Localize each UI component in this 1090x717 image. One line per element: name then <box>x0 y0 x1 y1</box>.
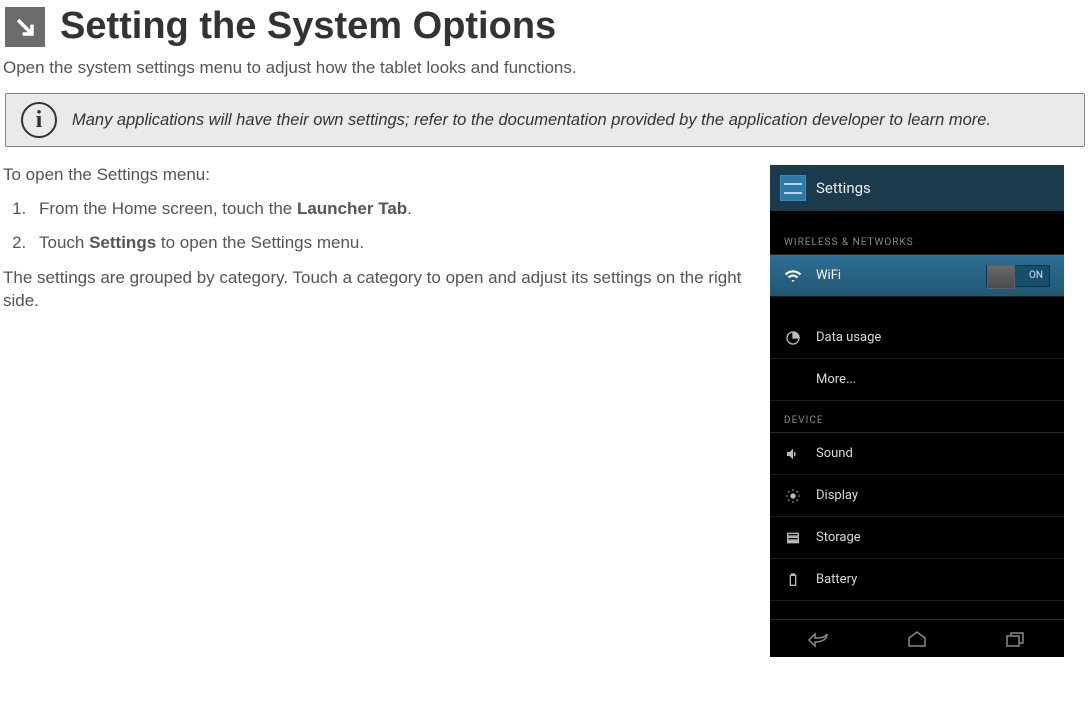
step-2-bold: Settings <box>89 233 156 252</box>
step-1-bold: Launcher Tab <box>297 199 407 218</box>
wifi-toggle[interactable]: ON <box>986 265 1050 287</box>
sound-label: Sound <box>816 446 853 461</box>
spacer <box>770 297 1064 317</box>
display-label: Display <box>816 488 858 503</box>
step-2-pre: Touch <box>39 233 89 252</box>
page-title: Setting the System Options <box>60 5 556 48</box>
sound-icon <box>784 445 802 463</box>
post-steps-text: The settings are grouped by category. To… <box>3 267 770 313</box>
data-usage-icon <box>784 329 802 347</box>
setting-row-battery[interactable]: Battery <box>770 559 1064 601</box>
step-1-post: . <box>407 199 412 218</box>
setting-row-data-usage[interactable]: Data usage <box>770 317 1064 359</box>
setting-row-wifi[interactable]: WiFi ON <box>770 255 1064 297</box>
section-wireless-networks: WIRELESS & NETWORKS <box>770 211 1064 255</box>
section-device: DEVICE <box>770 401 1064 433</box>
settings-app-title: Settings <box>816 179 871 197</box>
info-icon: i <box>21 102 57 138</box>
intro-text: Open the system settings menu to adjust … <box>0 48 1090 88</box>
home-icon[interactable] <box>905 629 929 649</box>
info-callout: i Many applications will have their own … <box>5 93 1085 147</box>
data-usage-label: Data usage <box>816 330 881 345</box>
wifi-icon <box>784 267 802 285</box>
setting-row-display[interactable]: Display <box>770 475 1064 517</box>
more-label: More... <box>816 372 856 387</box>
storage-icon <box>784 529 802 547</box>
settings-app-header: Settings <box>770 165 1064 211</box>
battery-icon <box>784 571 802 589</box>
setting-row-storage[interactable]: Storage <box>770 517 1064 559</box>
back-icon[interactable] <box>807 629 831 649</box>
setting-row-sound[interactable]: Sound <box>770 433 1064 475</box>
storage-label: Storage <box>816 530 861 545</box>
step-1: From the Home screen, touch the Launcher… <box>31 199 770 219</box>
wifi-label: WiFi <box>816 268 841 283</box>
android-navbar <box>770 619 1064 657</box>
steps-heading: To open the Settings menu: <box>3 165 770 185</box>
wifi-toggle-label: ON <box>1029 270 1043 281</box>
step-2: Touch Settings to open the Settings menu… <box>31 233 770 253</box>
recent-apps-icon[interactable] <box>1003 629 1027 649</box>
settings-sliders-icon <box>780 175 806 201</box>
info-text: Many applications will have their own se… <box>72 111 991 130</box>
step-2-post: to open the Settings menu. <box>156 233 364 252</box>
step-1-pre: From the Home screen, touch the <box>39 199 297 218</box>
tablet-screenshot: Settings WIRELESS & NETWORKS WiFi ON Dat… <box>770 165 1064 657</box>
arrow-down-right-icon <box>5 7 45 47</box>
setting-row-more[interactable]: More... <box>770 359 1064 401</box>
display-icon <box>784 487 802 505</box>
battery-label: Battery <box>816 572 857 587</box>
